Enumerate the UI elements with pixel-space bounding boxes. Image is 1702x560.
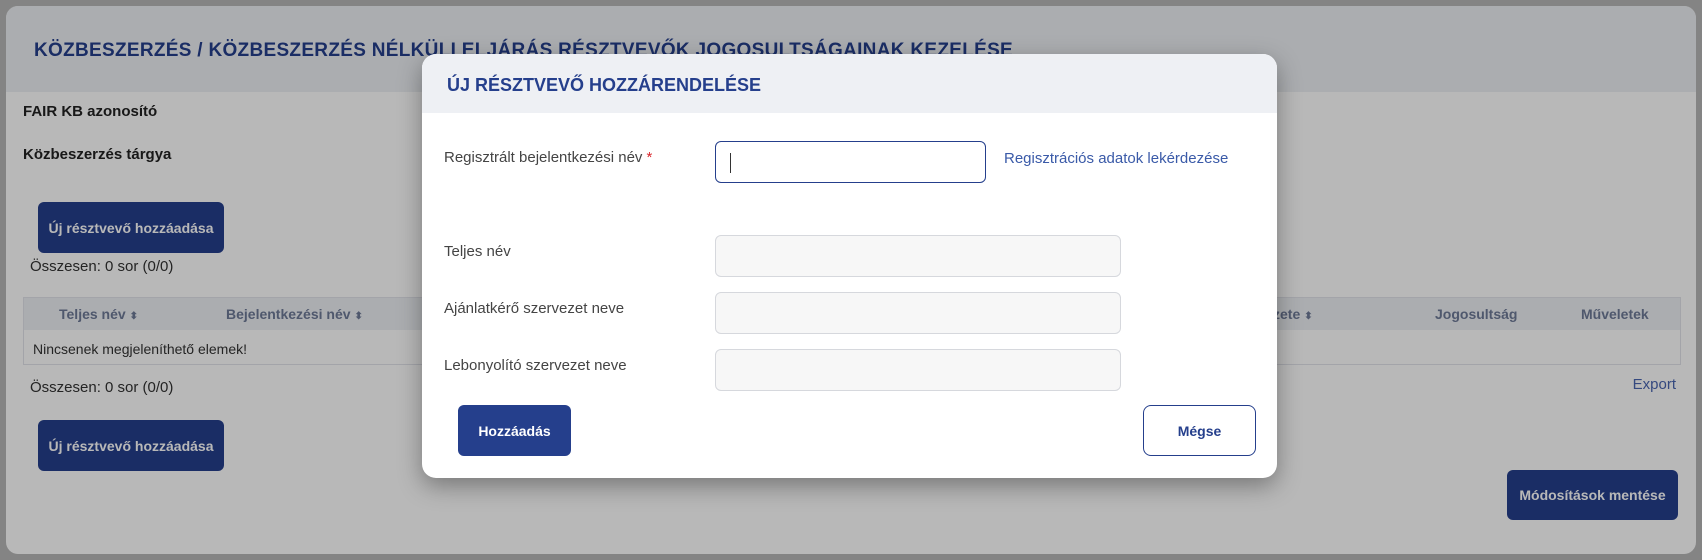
registration-lookup-link[interactable]: Regisztrációs adatok lekérdezése — [1004, 150, 1228, 167]
full-name-field[interactable] — [715, 235, 1121, 277]
login-name-input[interactable] — [715, 141, 986, 183]
add-button[interactable]: Hozzáadás — [458, 405, 571, 456]
login-name-label: Regisztrált bejelentkezési név * — [444, 149, 653, 166]
organizer-org-field[interactable] — [715, 349, 1121, 391]
modal-title: ÚJ RÉSZTVEVŐ HOZZÁRENDELÉSE — [447, 75, 762, 95]
cancel-button[interactable]: Mégse — [1143, 405, 1256, 456]
modal-header: ÚJ RÉSZTVEVŐ HOZZÁRENDELÉSE — [422, 54, 1277, 113]
requester-org-field[interactable] — [715, 292, 1121, 334]
required-marker: * — [646, 149, 653, 166]
organizer-org-label: Lebonyolító szervezet neve — [444, 357, 627, 374]
add-participant-modal: ÚJ RÉSZTVEVŐ HOZZÁRENDELÉSE Regisztrált … — [422, 54, 1277, 478]
text-caret — [730, 153, 731, 173]
requester-org-label: Ajánlatkérő szervezet neve — [444, 300, 625, 317]
full-name-label: Teljes név — [444, 243, 511, 260]
